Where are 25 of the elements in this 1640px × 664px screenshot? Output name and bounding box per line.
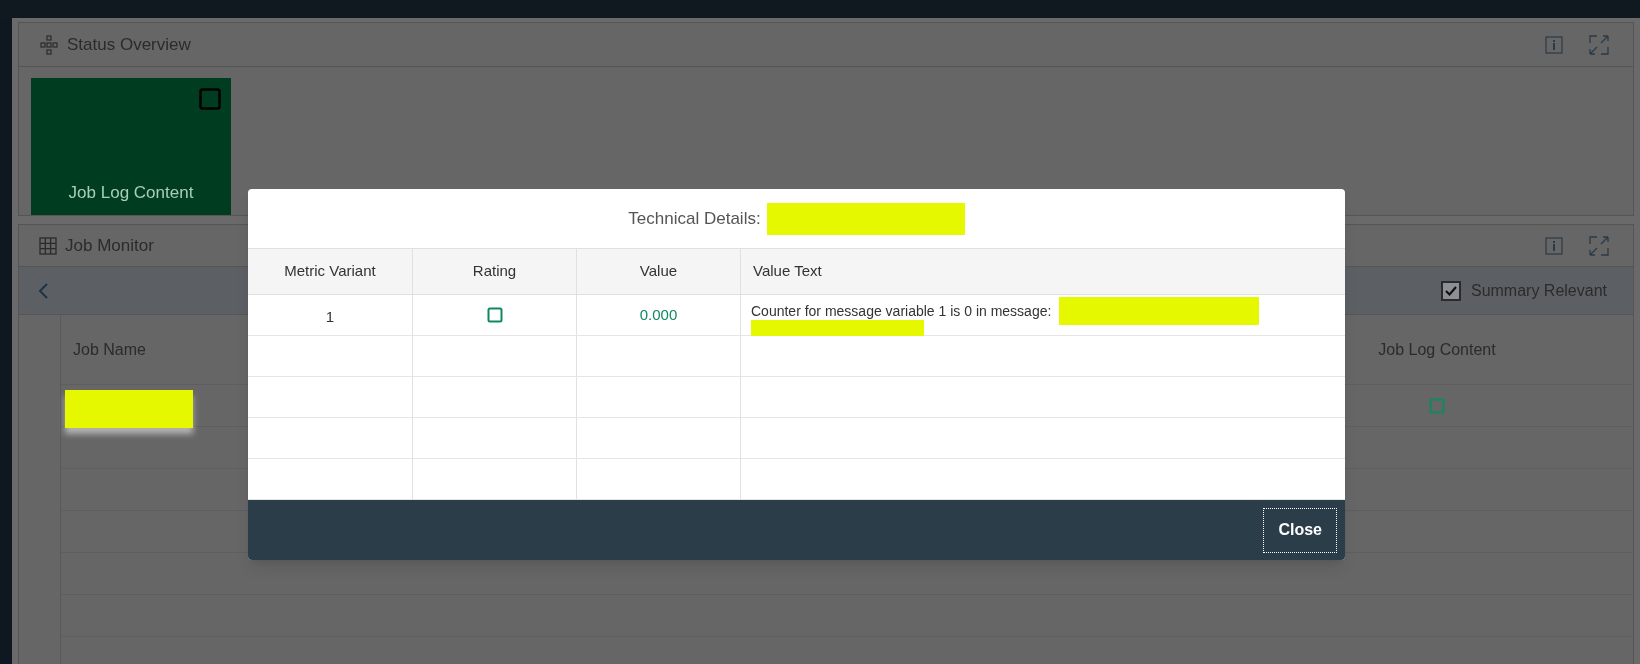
dialog-title: Technical Details: xyxy=(628,207,761,230)
column-header: Value xyxy=(577,249,741,294)
close-button[interactable]: Close xyxy=(1263,507,1337,553)
column-header: Job Name xyxy=(72,339,147,360)
table-cell-text: Counter for message variable 1 is 0 in message: xyxy=(751,301,1052,321)
checkbox[interactable] xyxy=(1440,280,1461,301)
table-cell: 1 xyxy=(248,295,413,335)
column-header: Job Log Content xyxy=(1377,339,1497,360)
column-header: Value Text xyxy=(752,261,823,282)
expand-icon[interactable] xyxy=(1589,34,1609,55)
panel-title: Status Overview xyxy=(67,33,191,56)
column-header: Rating xyxy=(413,249,577,294)
info-icon[interactable] xyxy=(1545,236,1563,255)
grid-icon xyxy=(39,236,57,255)
info-icon[interactable] xyxy=(1545,35,1563,54)
status-tile[interactable]: Job Log Content xyxy=(31,78,231,215)
column-header: Metric Variant xyxy=(248,249,413,294)
network-icon xyxy=(39,34,59,55)
panel-title: Job Monitor xyxy=(65,234,154,257)
table-cell: 0.000 xyxy=(577,295,741,335)
square-rating-icon xyxy=(486,307,503,323)
tile-label: Job Log Content xyxy=(68,181,194,204)
square-rating-icon xyxy=(1429,397,1445,414)
square-icon xyxy=(199,88,221,110)
expand-icon[interactable] xyxy=(1589,235,1609,256)
